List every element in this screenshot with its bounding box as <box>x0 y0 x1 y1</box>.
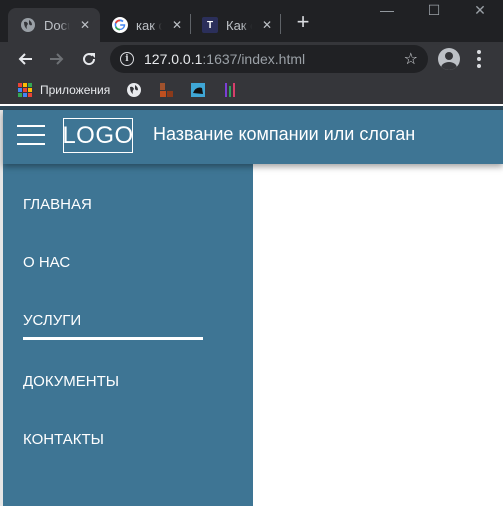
nav-item-services[interactable]: УСЛУГИ <box>23 312 81 329</box>
forward-button[interactable] <box>44 46 70 72</box>
new-tab-button[interactable]: + <box>292 11 314 33</box>
close-icon[interactable]: ✕ <box>170 18 184 32</box>
reload-button[interactable] <box>76 46 102 72</box>
browser-menu-button[interactable] <box>466 46 492 72</box>
browser-tab-strip: Document ✕ как сделать ✕ T Как сделать ✕… <box>0 0 503 42</box>
tab-title: Document <box>44 17 70 33</box>
apps-bookmark-label[interactable]: Приложения <box>40 83 110 97</box>
close-icon[interactable]: ✕ <box>260 18 274 32</box>
blocks-bookmark-icon[interactable] <box>158 82 174 98</box>
back-button[interactable] <box>12 46 38 72</box>
company-slogan: Название компании или слоган <box>153 124 416 144</box>
bookmarks-bar: Приложения <box>0 76 503 104</box>
bookmark-star-icon[interactable]: ☆ <box>404 49 418 69</box>
site-header: LOGO Название компании или слоган <box>3 110 503 164</box>
tproger-icon: T <box>202 17 218 33</box>
tab-title: как сделать <box>136 17 162 33</box>
bars-bookmark-icon[interactable] <box>222 82 238 98</box>
nav-item-about[interactable]: О НАС <box>23 254 70 271</box>
google-icon <box>112 17 128 33</box>
tab-tproger[interactable]: T Как сделать ✕ <box>190 8 280 42</box>
maximize-button[interactable]: ☐ <box>419 2 449 19</box>
nav-item-documents[interactable]: ДОКУМЕНТЫ <box>23 373 119 390</box>
sidebar-nav: ГЛАВНАЯ О НАС УСЛУГИ ДОКУМЕНТЫ КОНТАКТЫ <box>3 164 253 506</box>
url-text: 127.0.0.1:1637/index.html <box>144 51 305 67</box>
arrow-right-icon <box>50 53 64 65</box>
tab-separator <box>280 14 281 34</box>
globe-icon <box>20 17 36 33</box>
minimize-button[interactable]: — <box>372 2 402 18</box>
reload-icon <box>83 53 96 66</box>
nav-item-contacts[interactable]: КОНТАКТЫ <box>23 431 104 448</box>
hamburger-menu-icon[interactable] <box>17 123 45 147</box>
apps-icon[interactable] <box>18 83 32 97</box>
profile-avatar[interactable] <box>438 48 460 70</box>
url-path: :1637/index.html <box>202 51 306 67</box>
globe-bookmark-icon[interactable] <box>126 82 142 98</box>
photo-bookmark-icon[interactable] <box>190 82 206 98</box>
window-close-button[interactable]: ✕ <box>465 2 495 19</box>
close-icon[interactable]: ✕ <box>78 18 92 32</box>
nav-item-home[interactable]: ГЛАВНАЯ <box>23 196 92 213</box>
tab-google[interactable]: как сделать ✕ <box>100 8 190 42</box>
tab-title: Как сделать <box>226 17 252 33</box>
tab-document[interactable]: Document ✕ <box>8 8 100 42</box>
arrow-left-icon <box>18 53 32 65</box>
address-bar[interactable]: i 127.0.0.1:1637/index.html ☆ <box>110 45 428 73</box>
active-nav-underline <box>23 337 203 340</box>
info-icon[interactable]: i <box>120 52 134 66</box>
site-logo[interactable]: LOGO <box>62 118 133 153</box>
browser-toolbar: i 127.0.0.1:1637/index.html ☆ <box>0 42 503 76</box>
url-host: 127.0.0.1 <box>144 51 203 67</box>
